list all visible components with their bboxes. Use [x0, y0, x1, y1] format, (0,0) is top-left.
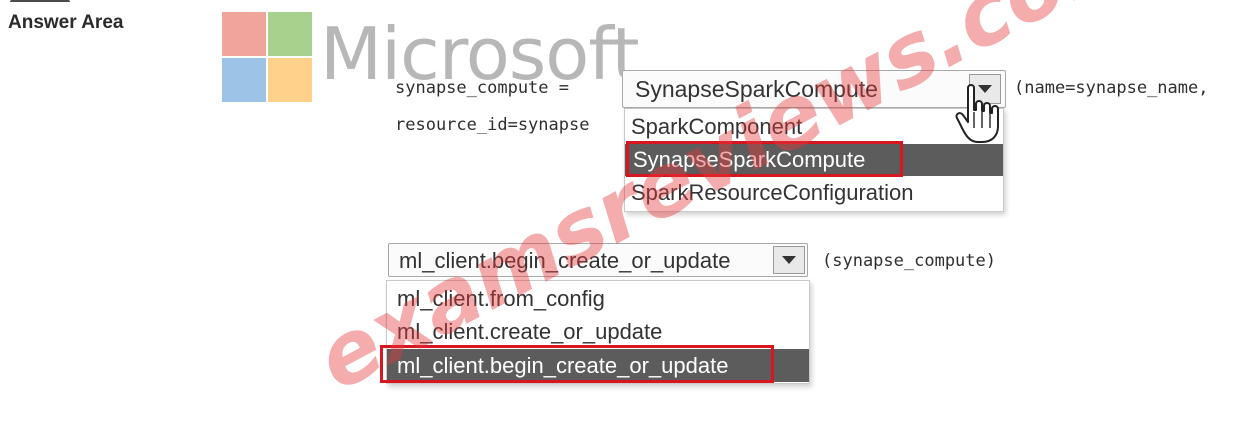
- watermark: examsreviews.com: [301, 0, 1160, 411]
- watermark-text: examsreviews.com: [301, 0, 1160, 411]
